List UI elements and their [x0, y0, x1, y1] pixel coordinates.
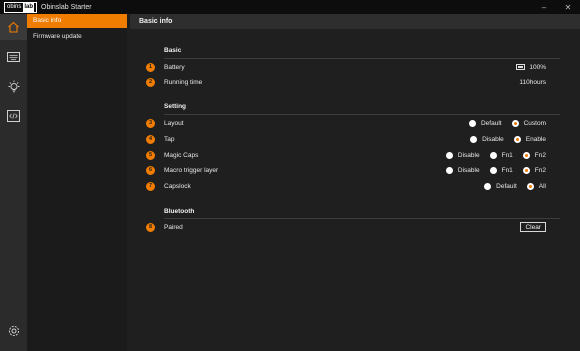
- radio-button[interactable]: [489, 166, 497, 174]
- layout-option-default[interactable]: Default: [468, 119, 502, 127]
- macro-trigger-option-disable[interactable]: Disable: [445, 166, 480, 174]
- logo-text: obins: [7, 3, 22, 10]
- code-icon[interactable]: [0, 103, 27, 129]
- row-number: 6: [146, 165, 155, 175]
- section-divider: [164, 58, 560, 59]
- radio-button[interactable]: [468, 119, 476, 127]
- app-window: obins lab Obinslab Starter – ✕ Basic inf…: [0, 0, 580, 351]
- gear-icon[interactable]: [0, 318, 27, 344]
- window-title: Obinslab Starter: [41, 3, 92, 11]
- option-label: Disable: [457, 166, 480, 174]
- row-number: 5: [146, 150, 155, 160]
- radio-button[interactable]: [522, 151, 530, 159]
- radio-button[interactable]: [526, 182, 534, 190]
- battery-row: 1 Battery 100%: [146, 61, 546, 73]
- row-number: 2: [146, 77, 155, 87]
- layout-option-custom[interactable]: Custom: [511, 119, 546, 127]
- radio-button[interactable]: [522, 166, 530, 174]
- tap-label: Tap: [164, 135, 175, 143]
- radio-button[interactable]: [513, 135, 521, 143]
- keyboard-icon[interactable]: [0, 44, 27, 70]
- magic-caps-label: Magic Caps: [164, 151, 199, 159]
- macro-trigger-option-fn1[interactable]: Fn1: [489, 166, 513, 174]
- section-title-bluetooth: Bluetooth: [164, 208, 195, 215]
- radio-button[interactable]: [445, 166, 453, 174]
- title-bar: obins lab Obinslab Starter – ✕: [0, 0, 580, 14]
- tap-option-enable[interactable]: Enable: [513, 135, 546, 143]
- main-panel: Basic info Basic 1 Battery 100% 2 Runnin…: [130, 14, 580, 351]
- running-time-label: Running time: [164, 78, 203, 86]
- macro-trigger-row: 6 Macro trigger layer Disable Fn1 Fn2: [146, 164, 546, 176]
- app-logo: obins lab: [4, 1, 38, 13]
- layout-options: Default Custom: [459, 117, 546, 129]
- paired-actions: Clear: [520, 221, 546, 233]
- radio-button[interactable]: [489, 151, 497, 159]
- magic-caps-option-disable[interactable]: Disable: [445, 151, 480, 159]
- battery-icon: [516, 64, 526, 70]
- option-label: Fn1: [501, 166, 513, 174]
- option-label: Fn1: [501, 151, 513, 159]
- home-icon[interactable]: [0, 14, 27, 40]
- running-time-row: 2 Running time 110hours: [146, 76, 546, 88]
- capslock-option-default[interactable]: Default: [484, 182, 517, 190]
- option-label: Default: [496, 182, 517, 190]
- magic-caps-row: 5 Magic Caps Disable Fn1 Fn2: [146, 149, 546, 161]
- battery-value: 100%: [529, 63, 546, 71]
- row-number: 7: [146, 181, 155, 191]
- menu-item-firmware-update[interactable]: Firmware update: [27, 30, 127, 44]
- row-number: 4: [146, 134, 155, 144]
- paired-row: 8 Paired Clear: [146, 221, 546, 233]
- row-number: 1: [146, 62, 155, 72]
- layout-label: Layout: [164, 119, 184, 127]
- page-title: Basic info: [130, 14, 580, 29]
- option-label: Fn2: [534, 151, 546, 159]
- paired-label: Paired: [164, 223, 183, 231]
- capslock-label: Capslock: [164, 182, 191, 190]
- section-title-setting: Setting: [164, 103, 187, 110]
- minimize-button[interactable]: –: [532, 0, 556, 14]
- magic-caps-option-fn2[interactable]: Fn2: [522, 151, 546, 159]
- menu-item-basic-info[interactable]: Basic info: [27, 14, 127, 28]
- section-title-basic: Basic: [164, 47, 182, 54]
- option-label: Default: [480, 119, 502, 127]
- section-divider: [164, 218, 560, 219]
- option-label: All: [538, 182, 546, 190]
- battery-value-group: 100%: [516, 61, 546, 73]
- clear-button[interactable]: Clear: [520, 222, 546, 232]
- tap-option-disable[interactable]: Disable: [470, 135, 504, 143]
- radio-button[interactable]: [470, 135, 478, 143]
- magic-caps-option-fn1[interactable]: Fn1: [489, 151, 513, 159]
- close-button[interactable]: ✕: [556, 0, 580, 14]
- option-label: Disable: [482, 135, 504, 143]
- window-controls: – ✕: [532, 0, 580, 14]
- capslock-options: Default All: [474, 180, 546, 192]
- capslock-row: 7 Capslock Default All: [146, 180, 546, 192]
- capslock-option-all[interactable]: All: [526, 182, 546, 190]
- magic-caps-options: Disable Fn1 Fn2: [436, 149, 546, 161]
- tap-options: Disable Enable: [460, 133, 546, 145]
- option-label: Enable: [525, 135, 546, 143]
- radio-button[interactable]: [445, 151, 453, 159]
- lightbulb-icon[interactable]: [0, 74, 27, 100]
- battery-label: Battery: [164, 63, 185, 71]
- side-menu: Basic info Firmware update: [27, 14, 127, 351]
- running-time-value: 110hours: [519, 78, 546, 86]
- radio-button[interactable]: [484, 182, 492, 190]
- tap-row: 4 Tap Disable Enable: [146, 133, 546, 145]
- macro-trigger-option-fn2[interactable]: Fn2: [522, 166, 546, 174]
- icon-rail: [0, 14, 27, 351]
- row-number: 8: [146, 222, 155, 232]
- option-label: Disable: [457, 151, 480, 159]
- option-label: Custom: [523, 119, 546, 127]
- running-time-value-group: 110hours: [519, 76, 546, 88]
- option-label: Fn2: [534, 166, 546, 174]
- layout-row: 3 Layout Default Custom: [146, 117, 546, 129]
- section-divider: [164, 114, 560, 115]
- logo-box: lab: [23, 2, 35, 12]
- macro-trigger-options: Disable Fn1 Fn2: [436, 164, 546, 176]
- row-number: 3: [146, 118, 155, 128]
- radio-button[interactable]: [511, 119, 519, 127]
- macro-trigger-label: Macro trigger layer: [164, 166, 219, 174]
